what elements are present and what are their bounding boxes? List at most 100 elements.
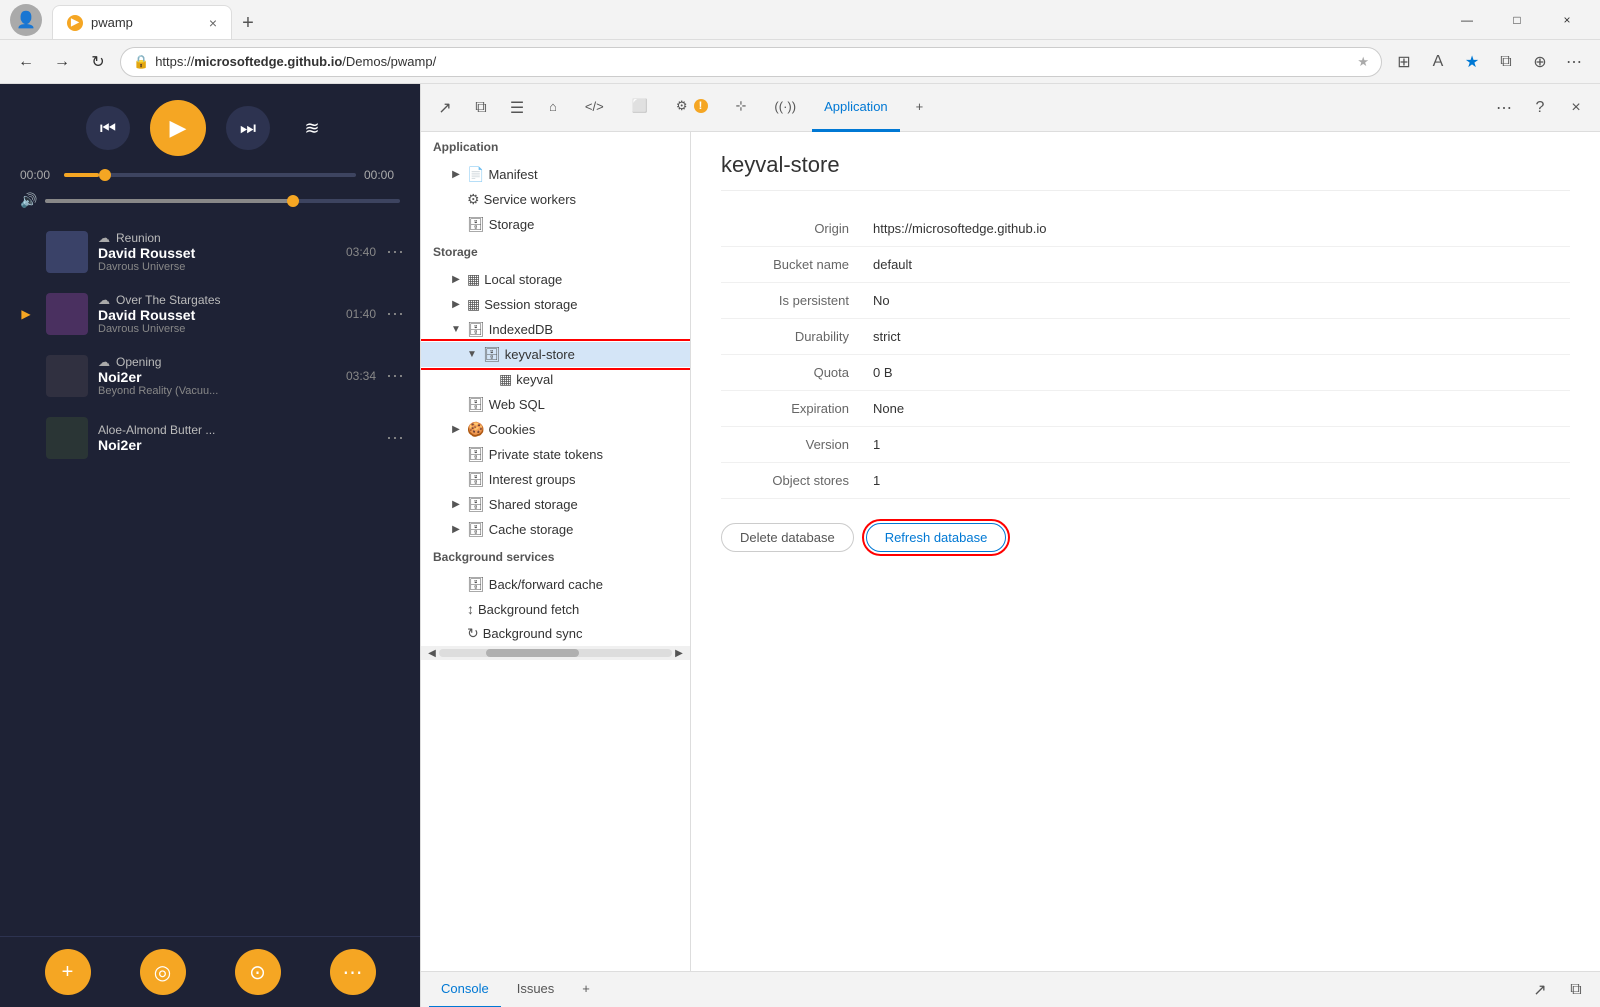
sidebar-item-local-storage[interactable]: ▶ ▦ Local storage (421, 267, 690, 292)
new-tab-button[interactable]: + (232, 7, 264, 39)
web-sql-icon: 🗄 (467, 396, 485, 413)
tab-network[interactable]: ⚙ ! (664, 84, 720, 132)
maximize-button[interactable]: □ (1494, 4, 1540, 36)
action-buttons: Delete database Refresh database (721, 523, 1570, 552)
close-button[interactable]: × (1544, 4, 1590, 36)
tab-performance[interactable]: ⊹ (724, 84, 759, 132)
extension-icon[interactable]: ⊕ (1526, 48, 1554, 76)
sidebar-item-back-forward-cache[interactable]: 🗄 Back/forward cache (421, 572, 690, 597)
play-button[interactable]: ▶ (150, 100, 206, 156)
favorites-icon[interactable]: ★ (1458, 48, 1486, 76)
grid-icon[interactable]: ⊞ (1390, 48, 1418, 76)
property-label: Is persistent (721, 283, 861, 319)
refresh-database-button[interactable]: Refresh database (866, 523, 1007, 552)
add-panel-button[interactable]: + (570, 972, 602, 1007)
sidebar-item-keyval-store[interactable]: ▼ 🗄 keyval-store (421, 342, 690, 367)
more-icon[interactable]: ⋯ (1560, 48, 1588, 76)
sidebar-item-cookies[interactable]: ▶ 🍪 Cookies (421, 417, 690, 442)
track-album: Opening (116, 355, 161, 369)
interest-groups-icon: 🗄 (467, 471, 485, 488)
refresh-button[interactable]: ↻ (84, 48, 112, 76)
sidebar-item-service-workers[interactable]: ⚙ Service workers (421, 187, 690, 212)
tab-bar: ▶ pwamp × + (52, 0, 1444, 39)
active-tab[interactable]: ▶ pwamp × (52, 5, 232, 39)
bottom-settings-icon[interactable]: ⧉ (1560, 974, 1592, 1006)
list-item[interactable]: ☁ Reunion David Rousset Davrous Universe… (0, 221, 420, 283)
track-more-button[interactable]: ⋯ (386, 242, 404, 263)
tab-elements[interactable]: ⌂ (537, 84, 569, 132)
track-title: Noi2er (98, 369, 336, 385)
track-more-button[interactable]: ⋯ (386, 304, 404, 325)
device-icon[interactable]: ⧉ (465, 92, 497, 124)
devtools-more-icon[interactable]: ⋯ (1488, 92, 1520, 124)
repeat-button[interactable]: ⊙ (235, 949, 281, 995)
bottom-dock-icon[interactable]: ↗ (1524, 974, 1556, 1006)
sidebar-item-web-sql[interactable]: 🗄 Web SQL (421, 392, 690, 417)
toggle-icon[interactable]: ☰ (501, 92, 533, 124)
list-item[interactable]: ☁ Opening Noi2er Beyond Reality (Vacuu..… (0, 345, 420, 407)
scroll-right-button[interactable]: ▶ (672, 646, 686, 660)
horizontal-scrollbar[interactable]: ◀ ▶ (421, 646, 690, 660)
list-item[interactable]: ▶ ☁ Over The Stargates David Rousset Dav… (0, 283, 420, 345)
forward-button[interactable]: → (48, 48, 76, 76)
track-thumbnail (46, 231, 88, 273)
tab-issues-bottom[interactable]: Issues (505, 972, 567, 1007)
sidebar-item-manifest[interactable]: ▶ 📄 Manifest (421, 162, 690, 187)
shuffle-button[interactable]: ◎ (140, 949, 186, 995)
url-bar[interactable]: 🔒 https://microsoftedge.github.io/Demos/… (120, 47, 1382, 77)
property-label: Bucket name (721, 247, 861, 283)
sidebar-item-indexeddb[interactable]: ▼ 🗄 IndexedDB (421, 317, 690, 342)
volume-dot (287, 195, 299, 207)
sound-button[interactable]: ≋ (290, 106, 334, 150)
expand-arrow: ▶ (449, 273, 463, 287)
volume-bar[interactable] (45, 199, 400, 203)
track-title: Noi2er (98, 437, 366, 453)
track-more-button[interactable]: ⋯ (386, 366, 404, 387)
add-button[interactable]: + (45, 949, 91, 995)
list-item[interactable]: Aloe-Almond Butter ... Noi2er ⋯ (0, 407, 420, 469)
tab-close-button[interactable]: × (209, 15, 217, 31)
more-button[interactable]: ⋯ (330, 949, 376, 995)
tab-add[interactable]: + (904, 84, 936, 132)
tab-application[interactable]: Application (812, 84, 900, 132)
minimize-button[interactable]: — (1444, 4, 1490, 36)
sidebar-section-storage: Storage (421, 237, 690, 267)
back-button[interactable]: ← (12, 48, 40, 76)
sidebar-item-cache-storage[interactable]: ▶ 🗄 Cache storage (421, 517, 690, 542)
keyval-store-icon: 🗄 (483, 346, 501, 363)
player-top: ⏮ ▶ ⏭ ≋ 00:00 00:00 (0, 84, 420, 192)
player-controls: ⏮ ▶ ⏭ ≋ (20, 100, 400, 156)
tab-sources[interactable]: ⬜ (620, 84, 660, 132)
font-icon[interactable]: A (1424, 48, 1452, 76)
sidebar-item-background-sync[interactable]: ↻ Background sync (421, 621, 690, 646)
delete-database-button[interactable]: Delete database (721, 523, 854, 552)
sidebar-item-label: Storage (489, 217, 535, 232)
track-more-button[interactable]: ⋯ (386, 428, 404, 449)
sidebar-item-interest-groups[interactable]: 🗄 Interest groups (421, 467, 690, 492)
manifest-icon: 📄 (467, 166, 484, 183)
scroll-left-button[interactable]: ◀ (425, 646, 439, 660)
progress-bar[interactable] (64, 173, 356, 177)
sidebar-item-label: Cache storage (489, 522, 574, 537)
next-button[interactable]: ⏭ (226, 106, 270, 150)
sidebar-item-session-storage[interactable]: ▶ ▦ Session storage (421, 292, 690, 317)
devtools-help-icon[interactable]: ? (1524, 92, 1556, 124)
tab-console-bottom[interactable]: Console (429, 972, 501, 1007)
track-subtitle: Beyond Reality (Vacuu... (98, 385, 336, 397)
tab-console-dt[interactable]: </> (573, 84, 616, 132)
sidebar-item-storage-root[interactable]: 🗄 Storage (421, 212, 690, 237)
table-row: Is persistent No (721, 283, 1570, 319)
sidebar-item-label: Local storage (484, 272, 562, 287)
split-icon[interactable]: ⧉ (1492, 48, 1520, 76)
track-title: David Rousset (98, 245, 336, 261)
sidebar-item-background-fetch[interactable]: ↕ Background fetch (421, 597, 690, 621)
sidebar-item-private-state-tokens[interactable]: 🗄 Private state tokens (421, 442, 690, 467)
sidebar-item-keyval[interactable]: ▦ keyval (421, 367, 690, 392)
sidebar-item-shared-storage[interactable]: ▶ 🗄 Shared storage (421, 492, 690, 517)
inspect-icon[interactable]: ↗ (429, 92, 461, 124)
prev-button[interactable]: ⏮ (86, 106, 130, 150)
property-value: strict (861, 319, 1570, 355)
tab-memory[interactable]: ((·)) (762, 84, 808, 132)
devtools-close-icon[interactable]: × (1560, 92, 1592, 124)
tab-title: pwamp (91, 15, 133, 30)
